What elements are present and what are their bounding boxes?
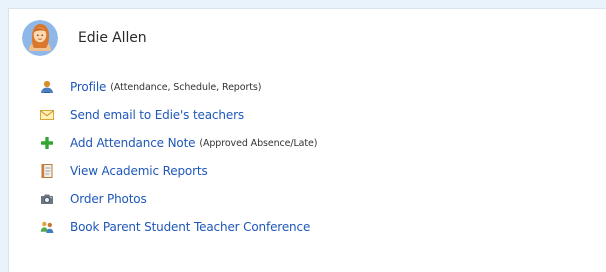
student-card: Edie Allen Profile (Attendance, Schedule…: [8, 8, 606, 272]
conference-link-row: Book Parent Student Teacher Conference: [39, 213, 317, 241]
add-attendance-note-link[interactable]: Add Attendance Note: [70, 136, 196, 150]
email-teachers-link[interactable]: Send email to Edie's teachers: [70, 108, 244, 122]
female-student-avatar-icon: [22, 20, 58, 56]
academic-reports-link-row: View Academic Reports: [39, 157, 317, 185]
profile-link[interactable]: Profile: [70, 80, 106, 94]
green-plus-icon: [39, 135, 55, 151]
student-header: Edie Allen: [22, 20, 147, 56]
camera-icon: [39, 191, 55, 207]
student-action-links: Profile (Attendance, Schedule, Reports) …: [39, 73, 317, 241]
person-profile-icon: [39, 79, 55, 95]
email-teachers-link-row: Send email to Edie's teachers: [39, 101, 317, 129]
view-academic-reports-link[interactable]: View Academic Reports: [70, 164, 208, 178]
attendance-note-description: (Approved Absence/Late): [199, 137, 318, 149]
conference-people-icon: [39, 219, 55, 235]
profile-link-note: (Attendance, Schedule, Reports): [110, 81, 262, 93]
student-name: Edie Allen: [78, 30, 147, 46]
book-conference-link[interactable]: Book Parent Student Teacher Conference: [70, 220, 310, 234]
envelope-icon: [39, 107, 55, 123]
attendance-note-link-row: Add Attendance Note (Approved Absence/La…: [39, 129, 317, 157]
profile-link-row: Profile (Attendance, Schedule, Reports): [39, 73, 317, 101]
order-photos-link-row: Order Photos: [39, 185, 317, 213]
report-document-icon: [39, 163, 55, 179]
order-photos-link[interactable]: Order Photos: [70, 192, 147, 206]
